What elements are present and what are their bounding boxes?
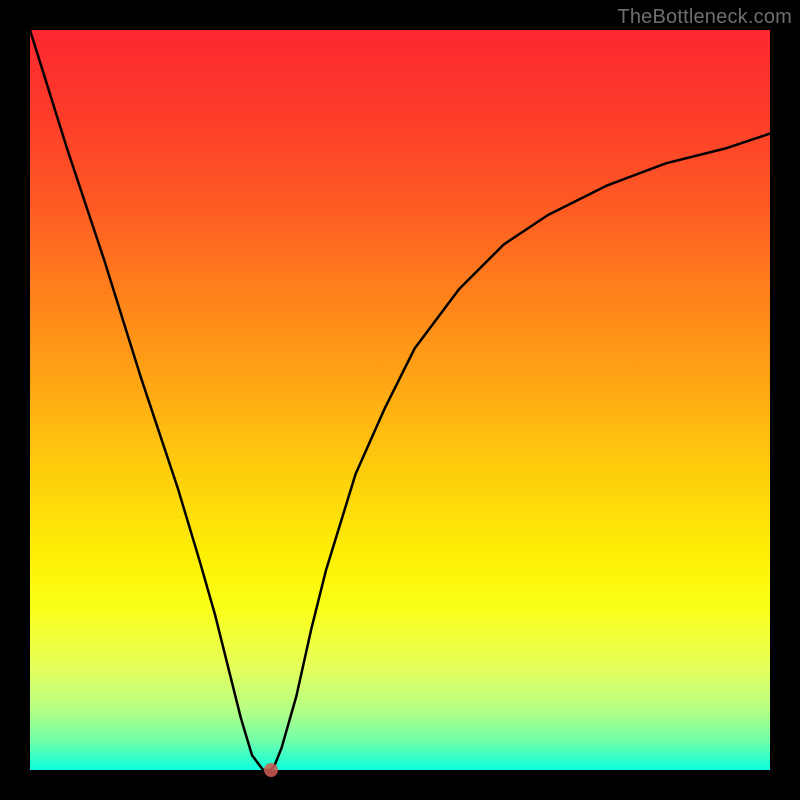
- chart-curve-path: [30, 30, 770, 770]
- watermark-text: TheBottleneck.com: [617, 6, 792, 29]
- chart-marker-dot: [264, 763, 278, 777]
- chart-curve-svg: [30, 30, 770, 770]
